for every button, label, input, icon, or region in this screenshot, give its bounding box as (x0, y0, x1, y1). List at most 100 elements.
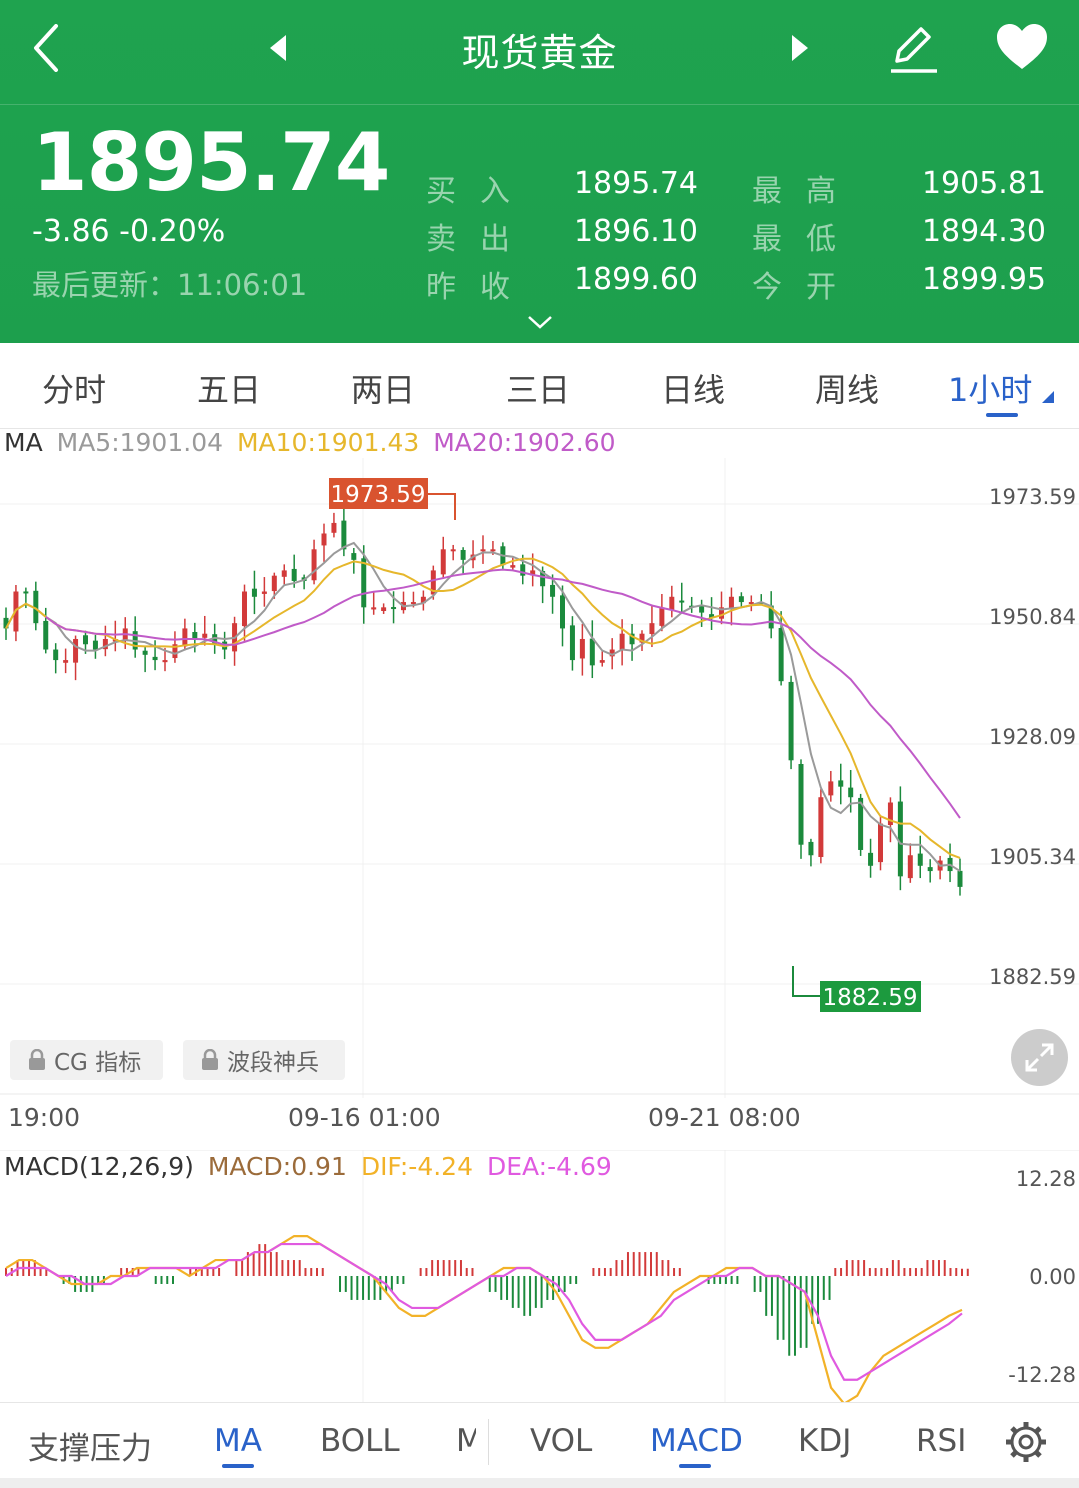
min-marker-line (792, 966, 820, 997)
ma5-value: MA5:1901.04 (56, 428, 224, 457)
current-price: 1895.74 (32, 116, 390, 209)
tab-divider (488, 1419, 489, 1465)
y-tick-label: 1973.59 (989, 485, 1076, 509)
candle-body (550, 584, 556, 597)
dropdown-triangle-icon (1042, 391, 1054, 403)
candle-body (520, 564, 526, 576)
candle-body (281, 570, 287, 577)
candle-body (63, 660, 69, 663)
expand-chevron-icon[interactable] (522, 310, 558, 334)
ma20-value: MA20:1902.60 (433, 428, 616, 457)
tab-two-day[interactable]: 两日 (351, 365, 415, 411)
indicator-tab-bar: 支撑压力 MA BOLL M VOL MACD KDJ RSI (0, 1402, 1079, 1481)
ma5-line (5, 541, 961, 872)
tab-ma[interactable]: MA (214, 1423, 262, 1459)
candle-body (271, 575, 277, 592)
candle-body (321, 533, 327, 546)
band-weapon-label: 波段神兵 (227, 1050, 319, 1076)
quote-label-open: 今开 (752, 270, 860, 305)
price-change: -3.86 -0.20% (32, 214, 226, 249)
y-tick-label: 1882.59 (989, 965, 1076, 989)
tab-boll[interactable]: BOLL (320, 1423, 400, 1459)
edit-icon[interactable] (884, 20, 942, 78)
tab-three-day[interactable]: 三日 (506, 365, 570, 411)
quote-header: 现货黄金 1895.74 -3.86 -0.20% 最后更新：11:06:01 … (0, 0, 1079, 343)
candle-body (560, 595, 565, 629)
quote-value-high: 1905.81 (921, 166, 1046, 201)
last-update-time: 最后更新：11:06:01 (32, 268, 308, 302)
candle-body (778, 628, 784, 682)
candle-body (251, 588, 257, 597)
candle-body (848, 787, 854, 798)
tab-kdj[interactable]: KDJ (798, 1423, 851, 1459)
candle-body (649, 623, 655, 634)
max-marker-label: 1973.59 (330, 482, 425, 508)
next-arrow-icon[interactable] (782, 30, 816, 66)
tab-five-day[interactable]: 五日 (197, 365, 261, 411)
candle-body (23, 591, 29, 594)
candle-body (917, 853, 923, 866)
bottom-strip (0, 1478, 1079, 1488)
tab-support-resistance[interactable]: 支撑压力 (28, 1423, 152, 1468)
cg-indicator-button[interactable]: CG 指标 (10, 1040, 163, 1080)
candle-body (311, 549, 317, 581)
macd-chart[interactable]: 12.28 0.00 -12.28 (0, 1150, 1079, 1402)
candle-body (897, 801, 903, 877)
candle-body (619, 633, 625, 651)
tab-daily[interactable]: 日线 (661, 365, 725, 411)
candle-body (361, 558, 367, 608)
y-tick-label: 1950.84 (989, 605, 1076, 629)
quote-value-prev-close: 1899.60 (573, 262, 698, 297)
candle-body (162, 660, 168, 663)
y-tick-label: 1905.34 (989, 845, 1076, 869)
cg-indicator-label: CG 指标 (54, 1050, 142, 1076)
tab-more[interactable]: M (456, 1423, 476, 1459)
tab-minute[interactable]: 分时 (42, 365, 106, 411)
candle-body (868, 852, 874, 866)
y-tick-label: 1928.09 (989, 725, 1076, 749)
tab-one-hour[interactable]: 1小时 (948, 365, 1032, 411)
tab-rsi[interactable]: RSI (916, 1423, 966, 1459)
candle-body (659, 607, 665, 626)
candle-body (92, 640, 98, 650)
kline-chart[interactable]: 1973.59 1950.84 1928.09 1905.34 1882.59 1973.… (0, 458, 1079, 1098)
settings-gear-icon[interactable] (1004, 1420, 1048, 1464)
candle-body (182, 628, 188, 647)
quote-label-prev-close: 昨收 (426, 270, 534, 305)
candle-body (371, 607, 377, 610)
candle-body (957, 870, 963, 887)
candle-body (490, 549, 496, 552)
candle-body (460, 549, 466, 560)
candle-body (808, 841, 814, 856)
candle-body (381, 607, 387, 611)
candle-body (510, 565, 516, 568)
candle-body (728, 596, 734, 609)
quote-label-low: 最低 (752, 222, 860, 257)
top-nav-bar: 现货黄金 (0, 0, 1079, 105)
ma20-line (45, 568, 961, 819)
candle-body (53, 649, 59, 661)
tab-weekly[interactable]: 周线 (815, 365, 879, 411)
x-axis-label-1: 19:00 (8, 1103, 81, 1132)
candle-body (480, 549, 486, 552)
favorite-heart-icon[interactable] (992, 18, 1052, 76)
candle-body (569, 625, 575, 661)
ma-legend: MA MA5:1901.04 MA10:1901.43 MA20:1902.60 (4, 428, 616, 457)
tab-macd[interactable]: MACD (650, 1423, 743, 1459)
candle-body (669, 596, 675, 610)
lock-icon (29, 1049, 45, 1070)
ma10-line (5, 557, 961, 859)
band-weapon-button[interactable]: 波段神兵 (183, 1040, 345, 1080)
fullscreen-icon (1025, 1043, 1054, 1072)
candle-body (83, 635, 88, 645)
candle-body (440, 549, 446, 575)
candle-body (907, 855, 913, 879)
ma-tab-indicator (222, 1464, 254, 1468)
candle-body (927, 867, 933, 872)
candle-body (142, 650, 148, 655)
tab-vol[interactable]: VOL (530, 1423, 592, 1459)
candle-body (152, 656, 158, 661)
quote-value-open: 1899.95 (921, 262, 1046, 297)
candle-body (291, 568, 297, 581)
fullscreen-button[interactable] (1011, 1029, 1068, 1086)
